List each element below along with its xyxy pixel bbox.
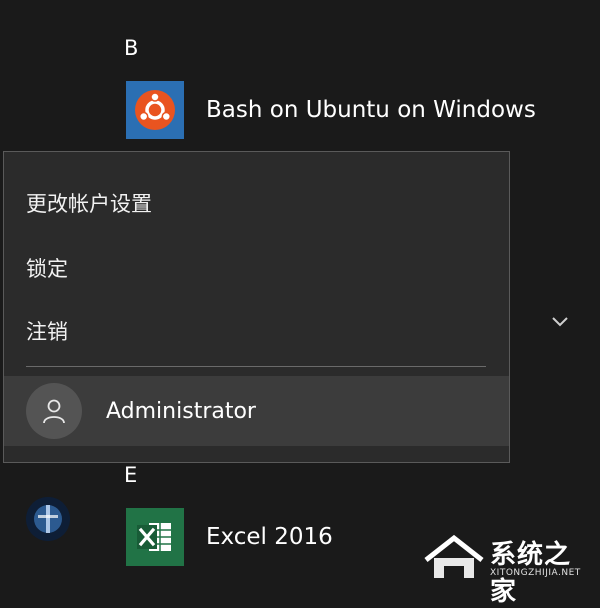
chevron-down-icon[interactable] xyxy=(548,310,572,334)
current-user-row[interactable]: Administrator xyxy=(4,376,509,446)
app-label: Excel 2016 xyxy=(206,524,333,550)
person-icon xyxy=(26,383,82,439)
app-bash-on-ubuntu[interactable]: Bash on Ubuntu on Windows xyxy=(126,81,536,139)
app-excel-2016[interactable]: Excel 2016 xyxy=(126,508,333,566)
menu-item-lock[interactable]: 锁定 xyxy=(26,253,68,283)
user-name: Administrator xyxy=(106,398,256,424)
ubuntu-icon xyxy=(126,81,184,139)
watermark-subtext: XITONGZHIJIA.NET xyxy=(490,568,581,578)
house-logo-icon xyxy=(424,534,484,578)
user-account-icon[interactable] xyxy=(26,497,70,541)
section-letter-e: E xyxy=(124,463,138,487)
account-menu: 更改帐户设置 锁定 注销 Administrator xyxy=(3,151,510,463)
excel-icon xyxy=(126,508,184,566)
menu-item-sign-out[interactable]: 注销 xyxy=(26,316,68,346)
menu-divider xyxy=(26,366,486,367)
watermark: 系统之家 XITONGZHIJIA.NET xyxy=(420,530,596,607)
menu-item-change-account-settings[interactable]: 更改帐户设置 xyxy=(26,188,152,218)
app-label: Bash on Ubuntu on Windows xyxy=(206,97,536,123)
section-letter-b: B xyxy=(124,36,139,60)
